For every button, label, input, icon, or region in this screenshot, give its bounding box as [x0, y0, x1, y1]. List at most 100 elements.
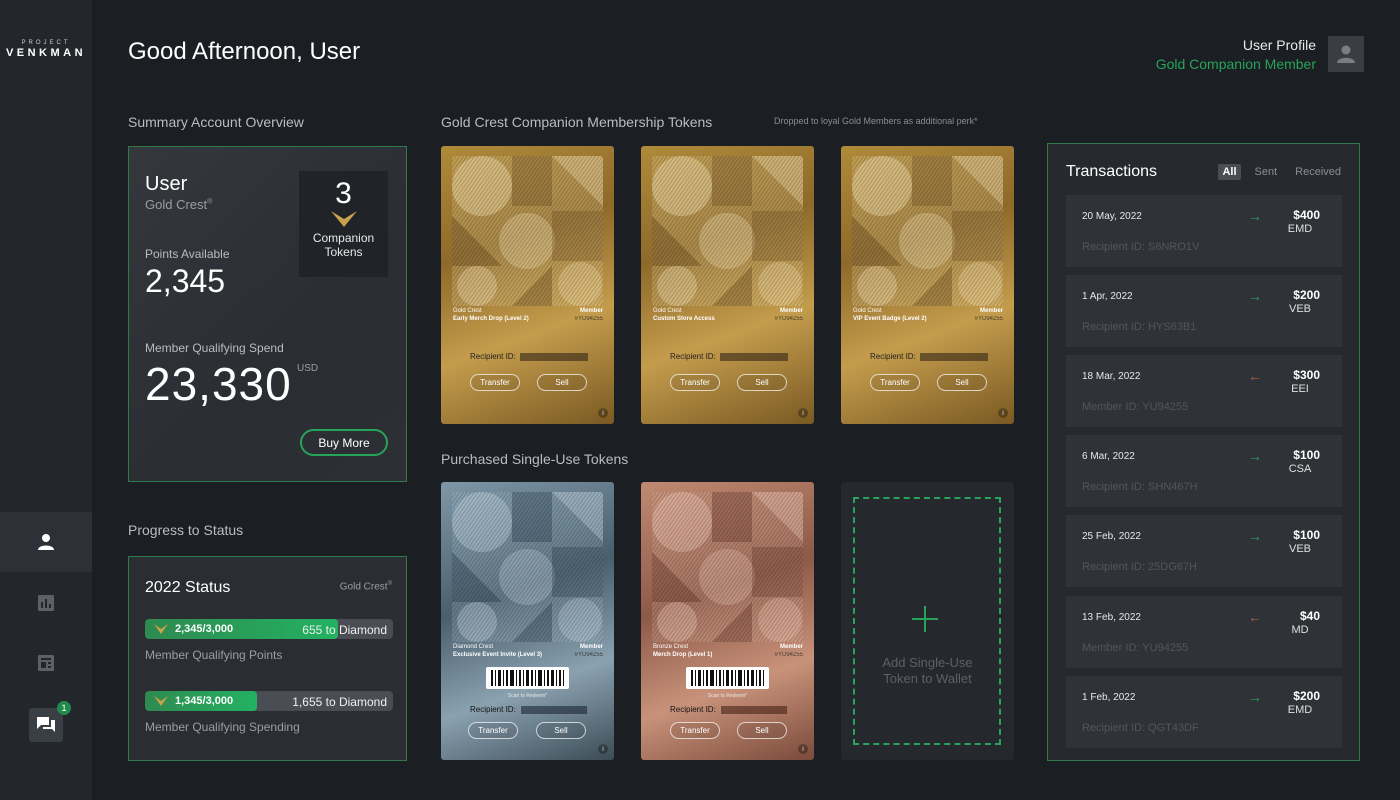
- transaction-amount: $100: [1293, 448, 1320, 462]
- transfer-button[interactable]: Transfer: [470, 374, 520, 391]
- chevron-icon: [154, 624, 168, 634]
- scan-label: Scan to Redeem*: [507, 693, 548, 699]
- token-member: Member: [779, 644, 803, 650]
- transaction-recipient: Recipient ID: 25DG67H: [1082, 561, 1197, 573]
- user-profile[interactable]: User Profile Gold Companion Member: [1156, 37, 1316, 72]
- avatar-user-icon: [1337, 45, 1355, 63]
- info-icon[interactable]: i: [598, 408, 608, 418]
- transfer-button[interactable]: Transfer: [468, 722, 518, 739]
- barcode[interactable]: [486, 667, 569, 689]
- sell-button[interactable]: Sell: [536, 722, 586, 739]
- recipient-input[interactable]: [920, 353, 988, 361]
- bar-chart-icon: [38, 595, 54, 611]
- nav-documents[interactable]: [0, 633, 92, 693]
- token-crest: Bronze Crest: [653, 644, 689, 650]
- filter-all[interactable]: All: [1218, 164, 1241, 180]
- token-id: #YU94255: [574, 652, 603, 658]
- transfer-button[interactable]: Transfer: [670, 722, 720, 739]
- transaction-row[interactable]: 25 Feb, 2022 Recipient ID: 25DG67H → $10…: [1066, 515, 1342, 587]
- spend-unit: USD: [297, 363, 319, 374]
- nav-chat[interactable]: 1: [0, 695, 92, 755]
- transfer-button[interactable]: Transfer: [870, 374, 920, 391]
- recipient-input[interactable]: [721, 706, 787, 714]
- nav-profile[interactable]: [0, 512, 92, 572]
- transaction-row[interactable]: 1 Apr, 2022 Recipient ID: HYS63B1 → $200…: [1066, 275, 1342, 347]
- info-icon[interactable]: i: [798, 408, 808, 418]
- arrow-left-icon: ←: [1248, 609, 1262, 625]
- token-card[interactable]: Bronze Crest Merch Drop (Level 1) Member…: [641, 482, 814, 760]
- token-name: Custom Store Access: [653, 316, 715, 322]
- token-card[interactable]: Gold Crest VIP Event Badge (Level 2) Mem…: [841, 146, 1014, 424]
- transaction-currency: VEB: [1288, 303, 1311, 315]
- transaction-amount: $400: [1293, 208, 1320, 222]
- chat-button[interactable]: 1: [29, 701, 71, 742]
- token-name: Merch Drop (Level 1): [653, 652, 713, 658]
- avatar[interactable]: [1328, 36, 1364, 72]
- page-title: Good Afternoon, User: [128, 38, 361, 65]
- points-progress-rest: 655 to Diamond: [302, 623, 387, 637]
- transfer-button[interactable]: Transfer: [670, 374, 720, 391]
- info-icon[interactable]: i: [998, 408, 1008, 418]
- buy-more-button[interactable]: Buy More: [300, 429, 388, 456]
- spending-progress-rest: 1,655 to Diamond: [292, 695, 387, 709]
- arrow-right-icon: →: [1248, 288, 1262, 304]
- recipient-input[interactable]: [720, 353, 788, 361]
- profile-label: User Profile: [1242, 37, 1316, 53]
- sell-button[interactable]: Sell: [537, 374, 587, 391]
- sell-button[interactable]: Sell: [737, 722, 787, 739]
- transaction-amount: $300: [1293, 368, 1320, 382]
- token-member: Member: [579, 308, 603, 314]
- info-icon[interactable]: i: [598, 744, 608, 754]
- transaction-row[interactable]: 20 May, 2022 Recipient ID: S6NRO1V → $40…: [1066, 195, 1342, 267]
- transaction-row[interactable]: 1 Feb, 2022 Recipient ID: QGT43DF → $200…: [1066, 676, 1342, 748]
- transaction-recipient: Recipient ID: S6NRO1V: [1082, 241, 1200, 253]
- spending-progress-value: 1,345/3,000: [175, 695, 234, 707]
- token-card[interactable]: Gold Crest Custom Store Access Member #Y…: [641, 146, 814, 424]
- barcode[interactable]: [686, 667, 769, 689]
- filter-sent[interactable]: Sent: [1251, 164, 1282, 180]
- transaction-recipient: Recipient ID: QGT43DF: [1082, 722, 1199, 734]
- transaction-row[interactable]: 13 Feb, 2022 Member ID: YU94255 ← $40 MD: [1066, 596, 1342, 668]
- points-progress-bar: 2,345/3,000 655 to Diamond: [145, 619, 393, 639]
- companion-tokens-title: Gold Crest Companion Membership Tokens: [441, 114, 713, 130]
- token-card[interactable]: Gold Crest Early Merch Drop (Level 2) Me…: [441, 146, 614, 424]
- transaction-row[interactable]: 6 Mar, 2022 Recipient ID: SHN467H → $100…: [1066, 435, 1342, 507]
- token-id: #YU94255: [774, 652, 803, 658]
- transaction-amount: $200: [1293, 288, 1320, 302]
- transaction-currency: VEB: [1288, 543, 1311, 555]
- arrow-right-icon: →: [1248, 208, 1262, 224]
- sell-button[interactable]: Sell: [937, 374, 987, 391]
- tier-mark: ®: [207, 198, 213, 206]
- transaction-date: 18 Mar, 2022: [1082, 371, 1141, 382]
- chat-icon: [37, 717, 55, 732]
- transaction-amount: $200: [1293, 689, 1320, 703]
- companion-label-1: Companion: [312, 231, 375, 245]
- profile-tier: Gold Companion Member: [1155, 56, 1316, 72]
- transaction-recipient: Recipient ID: SHN467H: [1082, 481, 1198, 493]
- token-art: [452, 156, 603, 306]
- transaction-amount: $100: [1293, 528, 1320, 542]
- recipient-input[interactable]: [521, 706, 587, 714]
- token-card[interactable]: Diamond Crest Exclusive Event Invite (Le…: [441, 482, 614, 760]
- companion-tokens-box[interactable]: 3 Companion Tokens: [299, 171, 388, 277]
- add-token-card[interactable]: Add Single-Use Token to Wallet: [841, 482, 1014, 760]
- transaction-currency: EEI: [1291, 383, 1309, 395]
- recipient-input[interactable]: [520, 353, 588, 361]
- brand-logo[interactable]: PROJECT VENKMAN: [0, 40, 92, 59]
- token-member: Member: [779, 308, 803, 314]
- transaction-recipient: Recipient ID: HYS63B1: [1082, 321, 1197, 333]
- sell-button[interactable]: Sell: [737, 374, 787, 391]
- transaction-currency: CSA: [1288, 463, 1312, 475]
- transaction-recipient: Member ID: YU94255: [1082, 642, 1189, 654]
- transaction-row[interactable]: 18 Mar, 2022 Member ID: YU94255 ← $300 E…: [1066, 355, 1342, 427]
- sidebar: PROJECT VENKMAN 1: [0, 0, 92, 800]
- transaction-currency: EMD: [1287, 223, 1313, 235]
- nav-analytics[interactable]: [0, 573, 92, 633]
- filter-received[interactable]: Received: [1291, 164, 1345, 180]
- info-icon[interactable]: i: [798, 744, 808, 754]
- token-art: [652, 156, 803, 306]
- token-id: #YU94255: [574, 316, 603, 322]
- spend-value: 23,330: [145, 358, 292, 410]
- status-tier-text: Gold Crest: [339, 581, 388, 593]
- status-tier-mark: ®: [387, 581, 392, 587]
